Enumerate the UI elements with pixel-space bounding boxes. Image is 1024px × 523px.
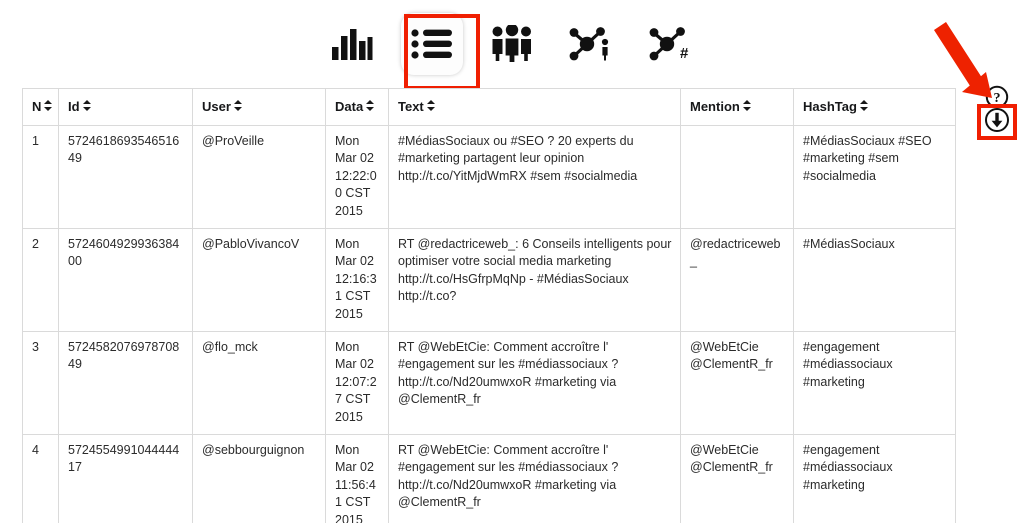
sort-icon[interactable] bbox=[859, 100, 868, 112]
sort-icon[interactable] bbox=[44, 100, 53, 112]
cell-n: 3 bbox=[22, 330, 59, 435]
tab-bar-chart[interactable] bbox=[321, 13, 383, 75]
column-header-text[interactable]: Text bbox=[388, 88, 681, 126]
cell-mention: @WebEtCie @ClementR_fr bbox=[680, 433, 794, 523]
table-row[interactable]: 2 572460492993638400 @PabloVivancoV Mon … bbox=[22, 227, 956, 332]
column-header-hashtag[interactable]: HashTag bbox=[793, 88, 956, 126]
cell-id: 572460492993638400 bbox=[58, 227, 193, 332]
table-body: 1 572461869354651649 @ProVeille Mon Mar … bbox=[22, 124, 956, 523]
tab-users[interactable] bbox=[481, 13, 543, 75]
svg-text:?: ? bbox=[994, 91, 1001, 106]
cell-text: RT @WebEtCie: Comment accroître l' #enga… bbox=[388, 433, 681, 523]
column-label-data: Data bbox=[335, 99, 364, 114]
column-label-hashtag: HashTag bbox=[803, 99, 857, 114]
table-header: N Id User Data Text Mention HashTag bbox=[22, 88, 956, 126]
view-switcher-toolbar: # bbox=[0, 0, 1024, 88]
cell-data: Mon Mar 02 12:16:31 CST 2015 bbox=[325, 227, 389, 332]
cell-hashtag: #engagement #médiassociaux #marketing bbox=[793, 330, 956, 435]
download-circle-icon bbox=[984, 107, 1010, 138]
cell-n: 2 bbox=[22, 227, 59, 332]
cell-id: 572455499104444417 bbox=[58, 433, 193, 523]
column-header-n[interactable]: N bbox=[22, 88, 59, 126]
cell-user: @flo_mck bbox=[192, 330, 326, 435]
user-network-icon bbox=[569, 26, 615, 62]
cell-user: @PabloVivancoV bbox=[192, 227, 326, 332]
column-header-data[interactable]: Data bbox=[325, 88, 389, 126]
column-label-user: User bbox=[202, 99, 231, 114]
download-button[interactable] bbox=[982, 107, 1012, 138]
tweets-table-container: N Id User Data Text Mention HashTag 1 57… bbox=[22, 88, 956, 523]
tab-user-network[interactable] bbox=[561, 13, 623, 75]
cell-user: @sebbourguignon bbox=[192, 433, 326, 523]
cell-data: Mon Mar 02 12:22:00 CST 2015 bbox=[325, 124, 389, 229]
table-row[interactable]: 4 572455499104444417 @sebbourguignon Mon… bbox=[22, 433, 956, 523]
app-root: # N Id User Data Text Mention HashTag 1 … bbox=[0, 0, 1024, 523]
cell-mention: @redactriceweb_ bbox=[680, 227, 794, 332]
sort-icon[interactable] bbox=[366, 100, 375, 112]
sort-icon[interactable] bbox=[742, 100, 751, 112]
sort-icon[interactable] bbox=[233, 100, 242, 112]
cell-text: #MédiasSociaux ou #SEO ? 20 experts du #… bbox=[388, 124, 681, 229]
hashtag-network-icon: # bbox=[649, 26, 695, 62]
list-icon bbox=[411, 28, 453, 60]
cell-id: 572461869354651649 bbox=[58, 124, 193, 229]
cell-data: Mon Mar 02 11:56:41 CST 2015 bbox=[325, 433, 389, 523]
table-header-row: N Id User Data Text Mention HashTag bbox=[22, 88, 956, 126]
column-header-user[interactable]: User bbox=[192, 88, 326, 126]
cell-mention bbox=[680, 124, 794, 229]
column-label-mention: Mention bbox=[690, 99, 740, 114]
cell-hashtag: #engagement #médiassociaux #marketing bbox=[793, 433, 956, 523]
column-header-id[interactable]: Id bbox=[58, 88, 193, 126]
people-icon bbox=[490, 25, 534, 63]
cell-user: @ProVeille bbox=[192, 124, 326, 229]
sort-icon[interactable] bbox=[426, 100, 435, 112]
cell-mention: @WebEtCie @ClementR_fr bbox=[680, 330, 794, 435]
cell-n: 4 bbox=[22, 433, 59, 523]
column-label-text: Text bbox=[398, 99, 424, 114]
column-label-id: Id bbox=[68, 99, 80, 114]
tweets-table: N Id User Data Text Mention HashTag 1 57… bbox=[22, 88, 956, 523]
column-header-mention[interactable]: Mention bbox=[680, 88, 794, 126]
bar-chart-icon bbox=[330, 27, 374, 61]
cell-text: RT @redactriceweb_: 6 Conseils intellige… bbox=[388, 227, 681, 332]
column-label-n: N bbox=[32, 99, 42, 114]
table-row[interactable]: 3 572458207697870849 @flo_mck Mon Mar 02… bbox=[22, 330, 956, 435]
table-row[interactable]: 1 572461869354651649 @ProVeille Mon Mar … bbox=[22, 124, 956, 229]
cell-hashtag: #MédiasSociaux bbox=[793, 227, 956, 332]
cell-data: Mon Mar 02 12:07:27 CST 2015 bbox=[325, 330, 389, 435]
svg-text:#: # bbox=[680, 45, 689, 62]
sort-icon[interactable] bbox=[82, 100, 91, 112]
tab-list-view[interactable] bbox=[401, 13, 463, 75]
cell-hashtag: #MédiasSociaux #SEO #marketing #sem #soc… bbox=[793, 124, 956, 229]
cell-id: 572458207697870849 bbox=[58, 330, 193, 435]
cell-text: RT @WebEtCie: Comment accroître l' #enga… bbox=[388, 330, 681, 435]
tab-hashtag-network[interactable]: # bbox=[641, 13, 703, 75]
cell-n: 1 bbox=[22, 124, 59, 229]
